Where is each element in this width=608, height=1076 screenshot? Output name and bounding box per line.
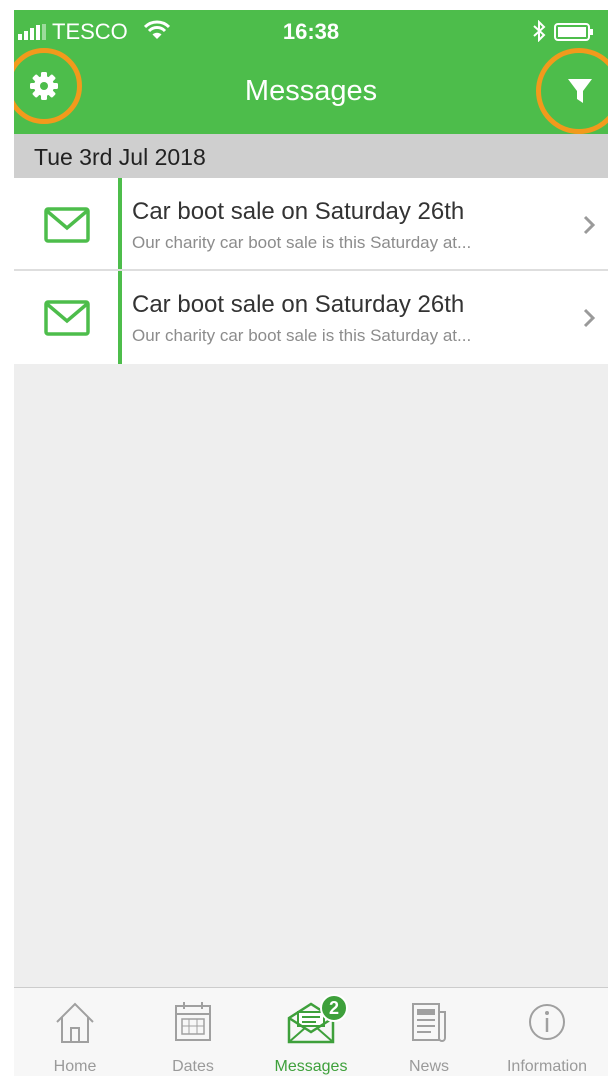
nav-bar: Messages [14,48,608,134]
envelope-icon [44,300,90,336]
message-title: Car boot sale on Saturday 26th [132,198,465,225]
tab-bar: Home Dates 2 Messages News Information [14,987,608,1076]
tab-information[interactable]: Information [488,988,606,1076]
status-bar: TESCO 16:38 [14,10,608,52]
row-accent-bar [118,178,122,269]
tab-label: Messages [274,1058,348,1075]
tab-label: Dates [172,1058,214,1075]
message-row[interactable]: Car boot sale on Saturday 26th Our chari… [14,271,608,364]
home-icon [56,1002,94,1043]
bluetooth-icon [533,20,546,42]
battery-icon [554,23,593,41]
page-title: Messages [244,75,378,107]
envelope-icon [44,207,90,243]
tab-label: Information [506,1058,588,1075]
filter-button[interactable] [536,48,608,134]
message-preview: Our charity car boot sale is this Saturd… [132,233,472,252]
tab-label: Home [53,1058,97,1075]
section-date: Tue 3rd Jul 2018 [34,144,206,170]
message-preview: Our charity car boot sale is this Saturd… [132,326,472,345]
tab-messages[interactable]: 2 Messages [252,988,370,1076]
filter-icon [568,79,592,103]
date-section-header: Tue 3rd Jul 2018 [14,134,608,178]
newspaper-icon [412,1003,446,1042]
chevron-right-icon [583,215,596,235]
message-title: Car boot sale on Saturday 26th [132,291,465,318]
tab-dates[interactable]: Dates [134,988,252,1076]
info-icon [529,1004,565,1040]
status-time: 16:38 [282,19,340,44]
tab-home[interactable]: Home [16,988,134,1076]
chevron-right-icon [583,308,596,328]
row-accent-bar [118,271,122,364]
messages-list: Car boot sale on Saturday 26th Our chari… [14,178,608,364]
app-screen: TESCO 16:38 Messages Tue 3rd Jul 2018 Ca… [14,10,608,1076]
tab-news[interactable]: News [370,988,488,1076]
tab-label: News [408,1058,449,1075]
calendar-icon [175,1002,211,1041]
message-row[interactable]: Car boot sale on Saturday 26th Our chari… [14,178,608,271]
unread-badge: 2 [320,994,348,1022]
